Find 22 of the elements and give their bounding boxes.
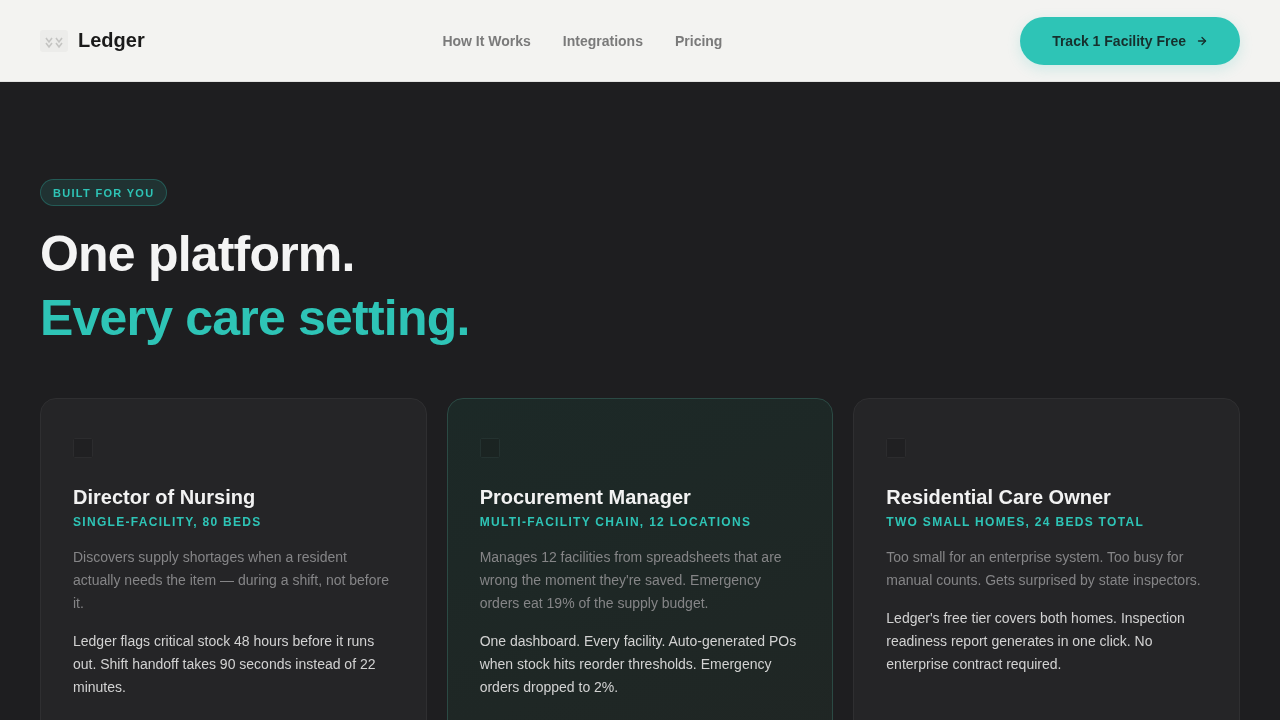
section-badge: BUILT FOR YOU (40, 179, 168, 206)
track-facility-button[interactable]: Track 1 Facility Free (1020, 16, 1240, 65)
solution-text: One dashboard. Every facility. Auto-generated POs when stock hits reorder thresholds. Emergency orders dropped to 2%. (479, 632, 798, 697)
arrow-right-icon (1196, 34, 1208, 47)
problem-text: Too small for an enterprise system. Too busy for manual counts. Gets surprised by state inspectors. (886, 548, 1202, 590)
solution-text: Ledger flags critical stock 48 hours before it runs out. Shift handoff takes 90 seconds instead of 22 minutes. (73, 632, 377, 697)
logo-icon (40, 29, 68, 52)
hero-heading: One platform. (40, 225, 355, 284)
hero-heading-accent: Every care setting. (40, 289, 470, 348)
nav-link[interactable]: Pricing (674, 32, 723, 49)
card-subtitle: MULTI-FACILITY CHAIN, 12 LOCATIONS (479, 514, 752, 530)
card-subtitle: TWO SMALL HOMES, 24 BEDS TOTAL (886, 514, 1144, 530)
card-title: Director of Nursing (73, 485, 256, 510)
nav-link[interactable]: Integrations (562, 32, 643, 49)
solution-text: Ledger's free tier covers both homes. Inspection readiness report generates in one click. No enterprise contract required. (886, 609, 1186, 674)
card-subtitle: SINGLE-FACILITY, 80 BEDS (73, 514, 262, 530)
problem-text: Discovers supply shortages when a resident actually needs the item — during a shift, not before it. (73, 548, 390, 613)
card-title: Residential Care Owner (886, 485, 1111, 510)
nav-link[interactable]: How It Works (442, 32, 531, 49)
problem-text: Manages 12 facilities from spreadsheets that are wrong the moment they're saved. Emergency orders eat 19% of the supply budget. (479, 548, 783, 613)
brand-name: Ledger (78, 29, 145, 52)
card-title: Procurement Manager (479, 485, 691, 510)
